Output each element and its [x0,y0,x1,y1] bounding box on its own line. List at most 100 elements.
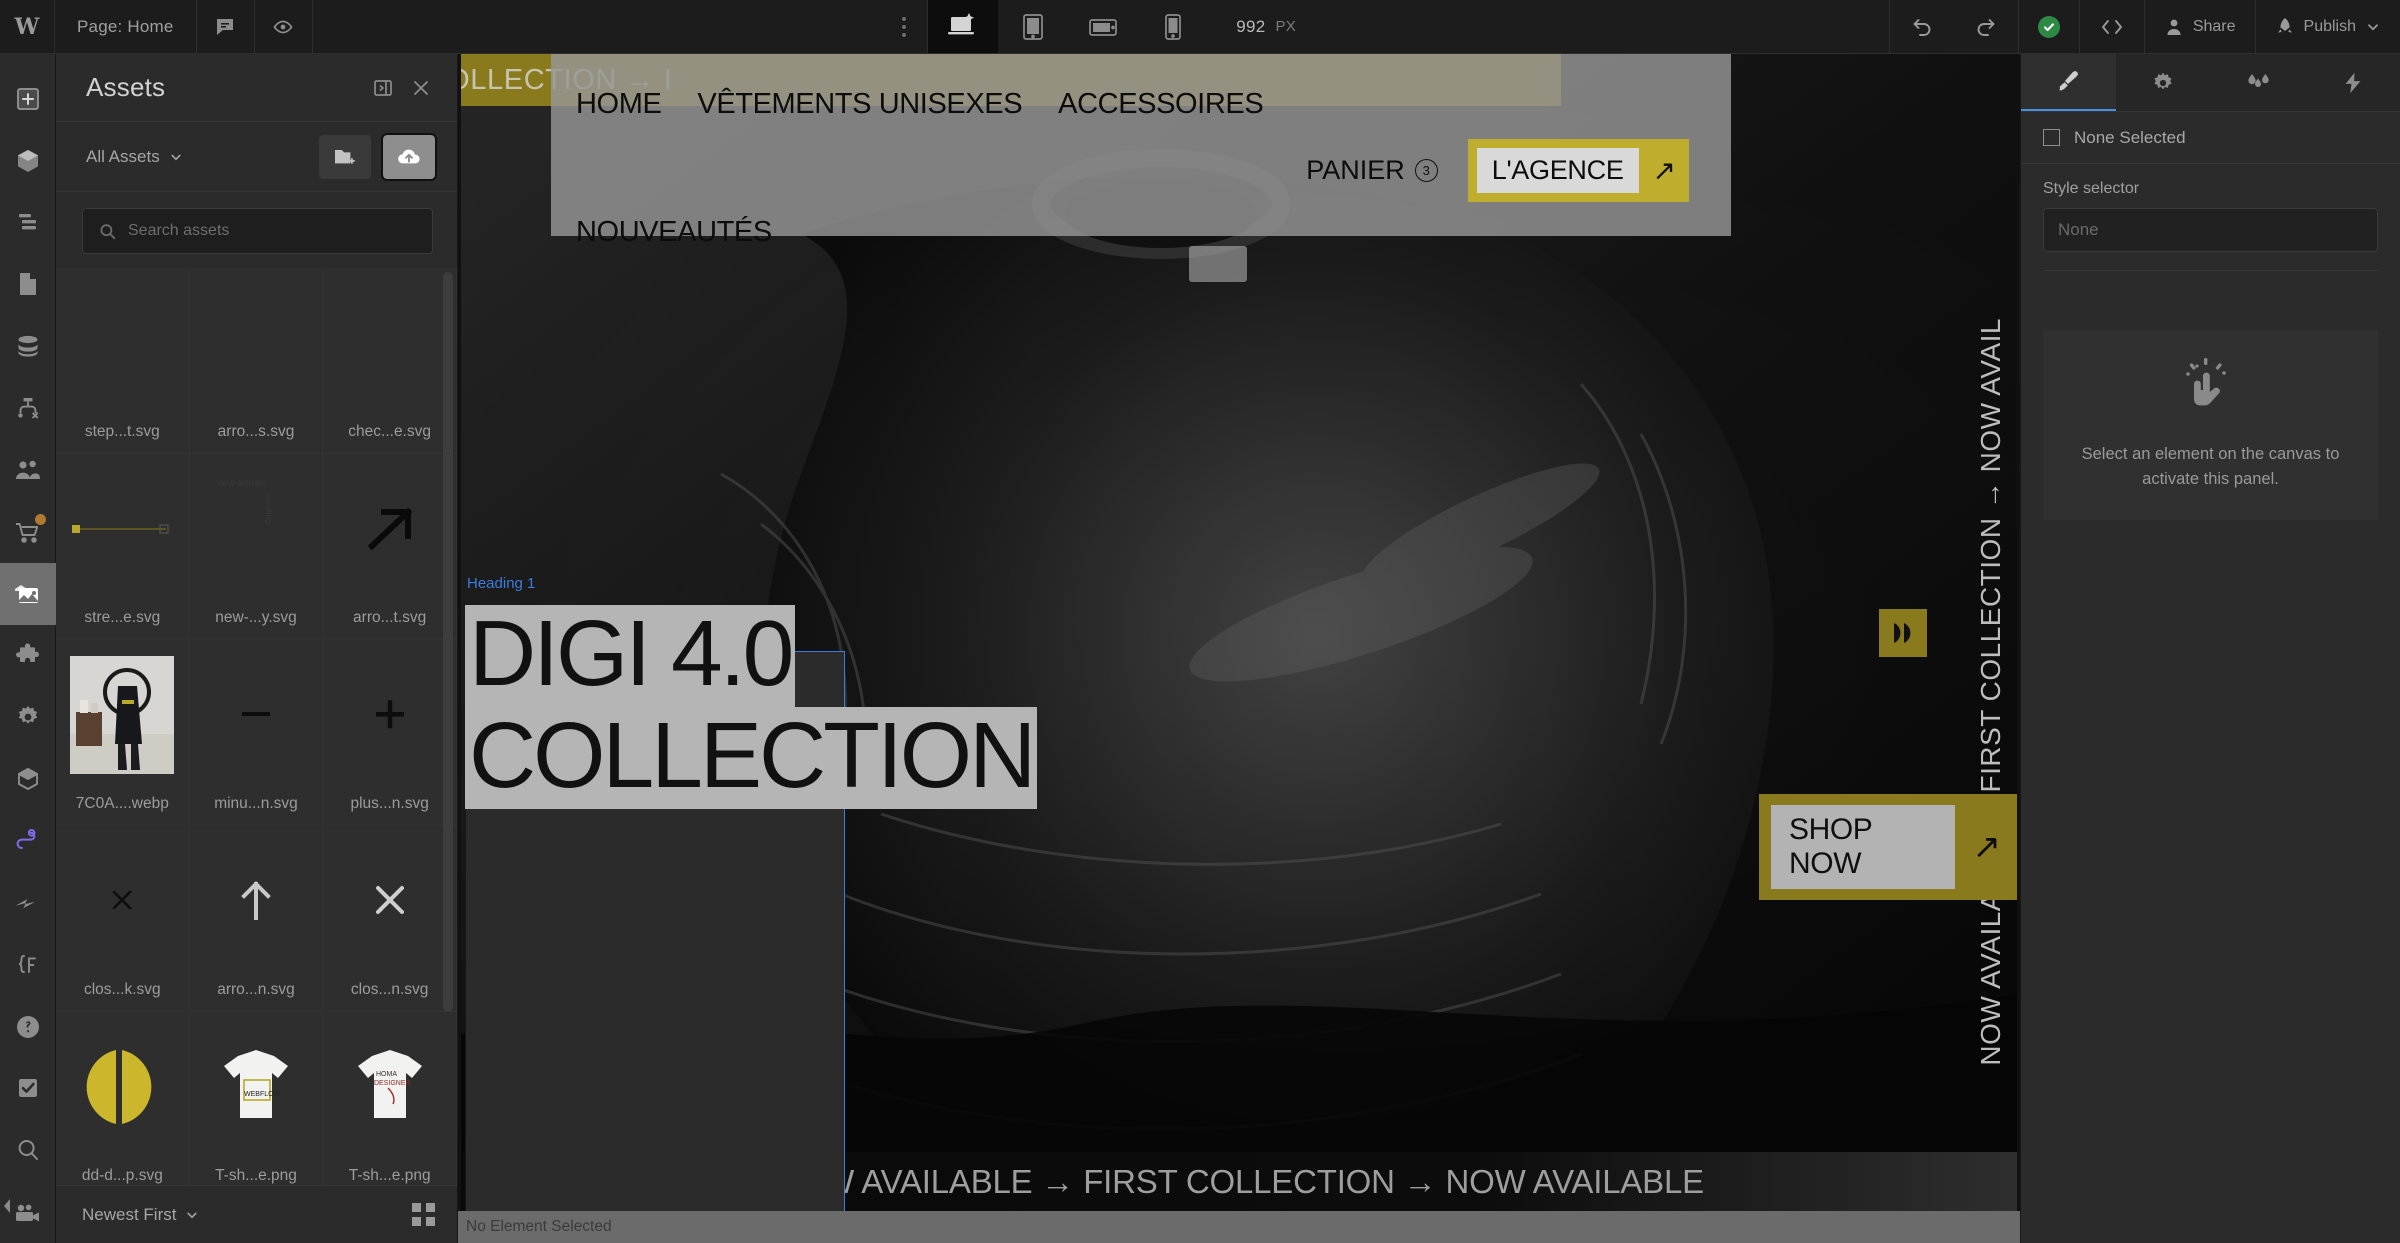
preview-eye-icon[interactable] [255,0,313,53]
empty-state-message: Select an element on the canvas to activ… [2081,445,2340,488]
asset-thumbnail: HOMA DESIGNER [323,1012,456,1161]
asset-item[interactable]: arro...s.svg [189,268,324,454]
share-button[interactable]: Share [2145,0,2255,53]
close-icon[interactable] [411,78,431,98]
asset-item[interactable]: dd-d...p.svg [56,1012,190,1185]
style-selector-value: None [2058,220,2099,239]
asset-item[interactable]: stre...e.svg [56,454,190,640]
code-export-icon[interactable] [2080,0,2144,53]
gear-icon [2154,72,2172,89]
agency-label: L'AGENCE [1476,148,1639,193]
publish-button[interactable]: Publish [2256,0,2400,53]
asset-item[interactable]: 7C0A....webp [56,640,190,826]
assets-sort-dropdown[interactable]: Newest First [82,1205,402,1225]
asset-item[interactable]: HOMA DESIGNER T-sh...e.png [323,1012,457,1185]
sidebar-item-effects[interactable] [0,872,56,934]
design-canvas[interactable]: IRST COLLECTION → I HOME VÊTEMENTS UNISE… [458,54,2020,1243]
asset-item[interactable]: arro...t.svg [323,454,457,640]
asset-item[interactable]: arro...n.svg [189,826,324,1012]
asset-thumbnail [323,640,456,789]
asset-item[interactable]: clos...k.svg [56,826,190,1012]
breakpoint-mobile-portrait[interactable] [1138,0,1208,53]
sidebar-item-add-elements[interactable] [0,68,56,130]
page-selector[interactable]: Page: Home [55,0,197,53]
assets-grid: step...t.svg arro...s.svg chec...e.svg s… [56,268,457,1185]
panel-collapse-handle[interactable] [0,1193,16,1219]
hero-heading[interactable]: DIGI 4.0 COLLECTION [465,605,1038,810]
comment-icon[interactable] [197,0,255,53]
viewport-width-display[interactable]: 992 PX [1208,0,1320,53]
sidebar-item-variables[interactable] [0,934,56,996]
assets-panel: Assets All Assets Search assets step...t… [56,54,458,1243]
sidebar-item-audit[interactable] [0,1058,56,1120]
asset-item[interactable]: WEBFLOW T-sh...e.png [189,1012,324,1185]
site-viewport[interactable]: IRST COLLECTION → I HOME VÊTEMENTS UNISE… [461,54,2017,1212]
dd-logo-mark-icon [1879,609,1927,657]
asset-thumbnail [56,640,189,789]
sidebar-item-pages[interactable] [0,254,56,316]
status-bar: No Element Selected [458,1211,2020,1243]
tab-settings[interactable] [2115,54,2211,111]
svg-text:new-arrivals: new-arrivals [218,478,267,488]
asset-item[interactable]: plus...n.svg [323,640,457,826]
new-folder-button[interactable] [319,134,371,179]
nav-link-home[interactable]: HOME [576,88,662,121]
search-input[interactable]: Search assets [82,208,433,254]
style-selector-section: Style selector None [2021,164,2400,271]
saved-check-icon[interactable] [2019,0,2079,53]
asset-thumbnail [323,268,456,417]
agency-button[interactable]: L'AGENCE ↗ [1467,139,1689,202]
sidebar-item-search[interactable] [0,1119,56,1181]
tab-style[interactable] [2021,54,2116,111]
sidebar-item-assets[interactable] [0,562,56,625]
upload-asset-button[interactable] [381,132,437,181]
nav-link-accessoires[interactable]: ACCESSOIRES [1058,88,1264,121]
sidebar-item-cms[interactable] [0,315,56,377]
asset-item[interactable]: chec...e.svg [323,268,457,454]
asset-name: plus...n.svg [350,795,429,812]
cart-label: PANIER [1306,155,1405,185]
sidebar-item-users[interactable] [0,439,56,501]
sidebar-item-help[interactable] [0,996,56,1058]
sidebar-item-settings[interactable] [0,686,56,748]
sidebar-item-components[interactable] [0,130,56,192]
scrollbar-thumb[interactable] [443,272,453,1012]
webflow-logo[interactable]: W [0,0,55,53]
shop-now-button[interactable]: SHOP NOW ↗ [1759,794,2017,900]
asset-name: 7C0A....webp [75,795,169,812]
redo-icon[interactable] [1954,0,2018,53]
person-icon [2167,19,2181,35]
cart-count-badge: 3 [1414,159,1438,182]
arrow-up-right-icon: ↗ [1972,828,2002,866]
dock-panel-icon[interactable] [373,78,393,98]
sidebar-item-ecommerce[interactable] [0,501,56,563]
more-options-icon[interactable] [881,0,927,53]
style-panel-tabs [2021,54,2400,112]
site-navbar[interactable]: HOME VÊTEMENTS UNISEXES ACCESSOIRES PANI… [551,54,1731,248]
sidebar-item-logic[interactable] [0,377,56,439]
marquee-right[interactable]: NOW AVAILABLE → FIRST COLLECTION → NOW A… [1969,192,2013,1192]
asset-item[interactable]: clos...n.svg [323,826,457,1012]
sidebar-item-apps[interactable] [0,625,56,687]
asset-name: dd-d...p.svg [81,1167,163,1184]
breakpoint-desktop[interactable] [928,0,999,53]
sidebar-item-navigator[interactable] [0,192,56,254]
nav-link-nouveautes[interactable]: NOUVEAUTÉS [576,216,772,248]
sidebar-item-libraries[interactable] [0,748,56,810]
asset-item[interactable]: minu...n.svg [189,640,324,826]
assets-filter-dropdown[interactable]: All Assets [86,147,307,167]
style-selector-input[interactable]: None [2043,208,2378,252]
nav-links-row-2: NOUVEAUTÉS [576,216,1689,249]
tab-interactions[interactable] [2210,54,2306,111]
breakpoint-tablet[interactable] [998,0,1068,53]
grid-view-icon[interactable] [412,1203,435,1226]
undo-icon[interactable] [1890,0,1954,53]
asset-item[interactable]: step...t.svg [56,268,190,454]
breakpoint-mobile-landscape[interactable] [1068,0,1138,53]
assets-scrollbar[interactable] [443,272,453,1185]
sidebar-item-interactions[interactable] [0,810,56,872]
cart-link[interactable]: PANIER 3 [1306,155,1438,186]
nav-link-vetements-unisexes[interactable]: VÊTEMENTS UNISEXES [697,88,1022,121]
asset-item[interactable]: new-arrivals scrolling new-...y.svg [189,454,324,640]
tab-effects[interactable] [2305,54,2400,111]
